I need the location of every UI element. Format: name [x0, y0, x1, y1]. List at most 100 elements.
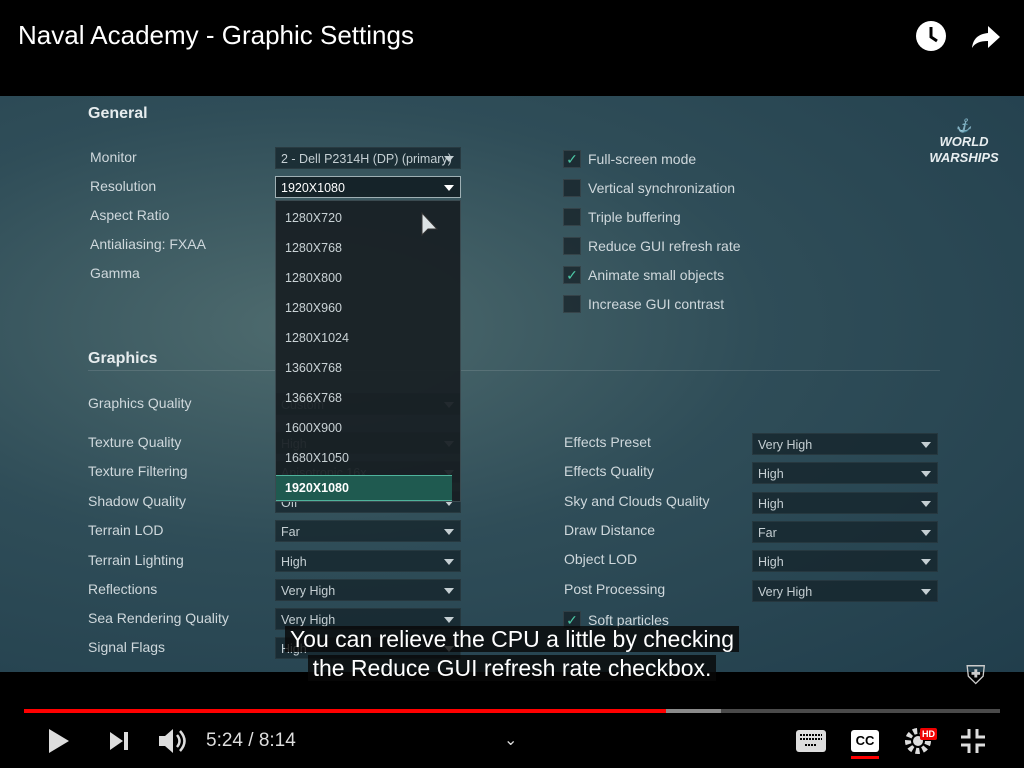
resolution-dropdown[interactable]: 1920X1080	[275, 176, 461, 198]
checkbox[interactable]	[563, 208, 581, 226]
hd-badge: HD	[920, 728, 937, 740]
video-title: Naval Academy - Graphic Settings	[18, 20, 414, 50]
dropdown-value: Very High	[281, 584, 336, 598]
video-frame[interactable]: ⚓ WORLD WARSHIPS General Monitor 2 - Dell …	[0, 96, 1024, 672]
checkbox-label: Full-screen mode	[588, 151, 697, 167]
dropdown-value: High	[758, 555, 784, 570]
dropdown-value: Very High	[758, 438, 813, 452]
dropdown-value: High	[758, 496, 784, 511]
keyboard-icon[interactable]	[796, 730, 826, 757]
setting-label: Reflections	[88, 581, 158, 597]
setting-label: Effects Preset	[564, 434, 651, 450]
general-heading: General	[88, 105, 148, 122]
setting-label: Terrain LOD	[88, 522, 164, 538]
chevron-down-icon	[921, 588, 931, 595]
dropdown-value: High	[758, 467, 784, 482]
setting-label: Shadow Quality	[88, 493, 187, 509]
chevron-down-icon	[921, 529, 931, 536]
progress-bar[interactable]	[24, 709, 1000, 713]
setting-label: Object LOD	[564, 551, 638, 568]
resolution-option[interactable]: 1280X800	[276, 261, 460, 291]
setting-dropdown[interactable]: Far	[275, 520, 461, 542]
setting-dropdown[interactable]: Far	[752, 520, 938, 543]
setting-dropdown[interactable]: High	[752, 462, 938, 485]
cc-label: CC	[851, 730, 879, 752]
setting-dropdown[interactable]: Very High	[275, 579, 461, 601]
played-bar	[24, 709, 667, 713]
subtitle-text: the Reduce GUI refresh rate checkbox.	[307, 655, 717, 681]
setting-label: Terrain Lighting	[88, 552, 184, 568]
checkbox-label: Animate small objects	[588, 267, 725, 283]
checkbox-label: Triple buffering	[588, 209, 681, 225]
resolution-option[interactable]: 1600X900	[276, 411, 460, 441]
setting-label: Texture Quality	[88, 434, 182, 450]
checkbox[interactable]	[563, 295, 581, 313]
volume-icon[interactable]	[157, 727, 187, 760]
chevron-down-icon	[444, 529, 454, 535]
chevron-down-icon	[921, 442, 931, 448]
setting-label: Sea Rendering Quality	[88, 610, 229, 626]
share-icon[interactable]	[970, 20, 1002, 52]
chevron-down-icon	[444, 185, 454, 191]
exit-fullscreen-icon[interactable]	[960, 728, 986, 759]
mouse-cursor-icon	[421, 211, 441, 243]
setting-dropdown[interactable]: Very High	[752, 433, 938, 455]
checkbox-label: Increase GUI contrast	[588, 296, 725, 312]
monitor-dropdown[interactable]: 2 - Dell P2314H (DP) (primary)	[275, 147, 461, 169]
chevron-down-icon	[921, 559, 931, 566]
time-display: 5:24 / 8:14	[206, 730, 296, 751]
setting-label: Draw Distance	[564, 521, 656, 538]
chevron-down-icon	[444, 588, 454, 594]
dropdown-value: Very High	[758, 584, 813, 599]
setting-dropdown[interactable]: High	[275, 550, 461, 572]
setting-label: Effects Quality	[564, 463, 655, 480]
next-icon[interactable]	[108, 731, 130, 756]
cc-active-indicator	[851, 756, 879, 759]
setting-dropdown[interactable]: High	[752, 550, 938, 573]
dropdown-value: Far	[758, 525, 777, 540]
checkbox-label: Vertical synchronization	[588, 180, 736, 196]
checkbox[interactable]	[563, 237, 581, 255]
subtitle-line-2: the Reduce GUI refresh rate checkbox.	[0, 655, 1024, 682]
checkbox[interactable]: ✓	[563, 266, 581, 284]
setting-label: Texture Filtering	[88, 463, 188, 479]
play-icon[interactable]	[46, 728, 70, 759]
subtitle-line-1: You can relieve the CPU a little by chec…	[0, 626, 1024, 653]
world-of-warships-logo: ⚓ WORLD WARSHIPS	[929, 118, 999, 165]
resolution-option[interactable]: 1280X960	[276, 291, 460, 321]
setting-dropdown[interactable]: Very High	[752, 579, 938, 602]
video-title-bar: Naval Academy - Graphic Settings	[0, 0, 1024, 96]
resolution-option[interactable]: 1920X1080	[276, 475, 452, 501]
dropdown-value: Far	[281, 525, 300, 539]
chevron-down-icon	[921, 500, 931, 507]
resolution-option[interactable]: 1280X1024	[276, 321, 460, 351]
section-divider	[88, 370, 940, 371]
chevron-down-icon	[921, 471, 931, 478]
resolution-options-list[interactable]: 1280X720 1280X768 1280X800 1280X960 1280X102…	[275, 200, 461, 502]
clock-icon[interactable]	[915, 20, 947, 52]
channel-watermark-icon[interactable]: ⛨	[966, 660, 996, 696]
cc-button[interactable]: CC	[851, 730, 879, 759]
setting-label: Post Processing	[564, 580, 666, 597]
chevron-down-icon[interactable]: ⌄	[504, 730, 517, 750]
resolution-option[interactable]: 1360X768	[276, 351, 460, 381]
setting-label: Graphics Quality	[88, 395, 192, 411]
setting-label: Sky and Clouds Quality	[564, 492, 710, 509]
checkbox[interactable]: ✓	[563, 150, 581, 168]
checkbox[interactable]	[563, 179, 581, 197]
setting-dropdown[interactable]: High	[752, 491, 938, 514]
graphics-heading: Graphics	[88, 350, 158, 367]
dropdown-value: High	[281, 555, 307, 569]
aspect-ratio-label: Aspect Ratio	[90, 207, 170, 223]
settings-gear-icon[interactable]: HD	[905, 728, 937, 759]
resolution-option[interactable]: 1680X1050	[276, 441, 460, 471]
resolution-option[interactable]: 1366X768	[276, 381, 460, 411]
resolution-label: Resolution	[90, 178, 157, 194]
subtitle-text: You can relieve the CPU a little by chec…	[284, 626, 740, 652]
dropdown-value: Very High	[281, 613, 336, 627]
resolution-value: 1920X1080	[281, 181, 345, 195]
checkbox-label: Reduce GUI refresh rate	[588, 238, 741, 254]
gamma-label: Gamma	[90, 265, 140, 281]
monitor-value: 2 - Dell P2314H (DP) (primary)	[281, 152, 452, 166]
antialiasing-label: Antialiasing: FXAA	[90, 236, 206, 252]
